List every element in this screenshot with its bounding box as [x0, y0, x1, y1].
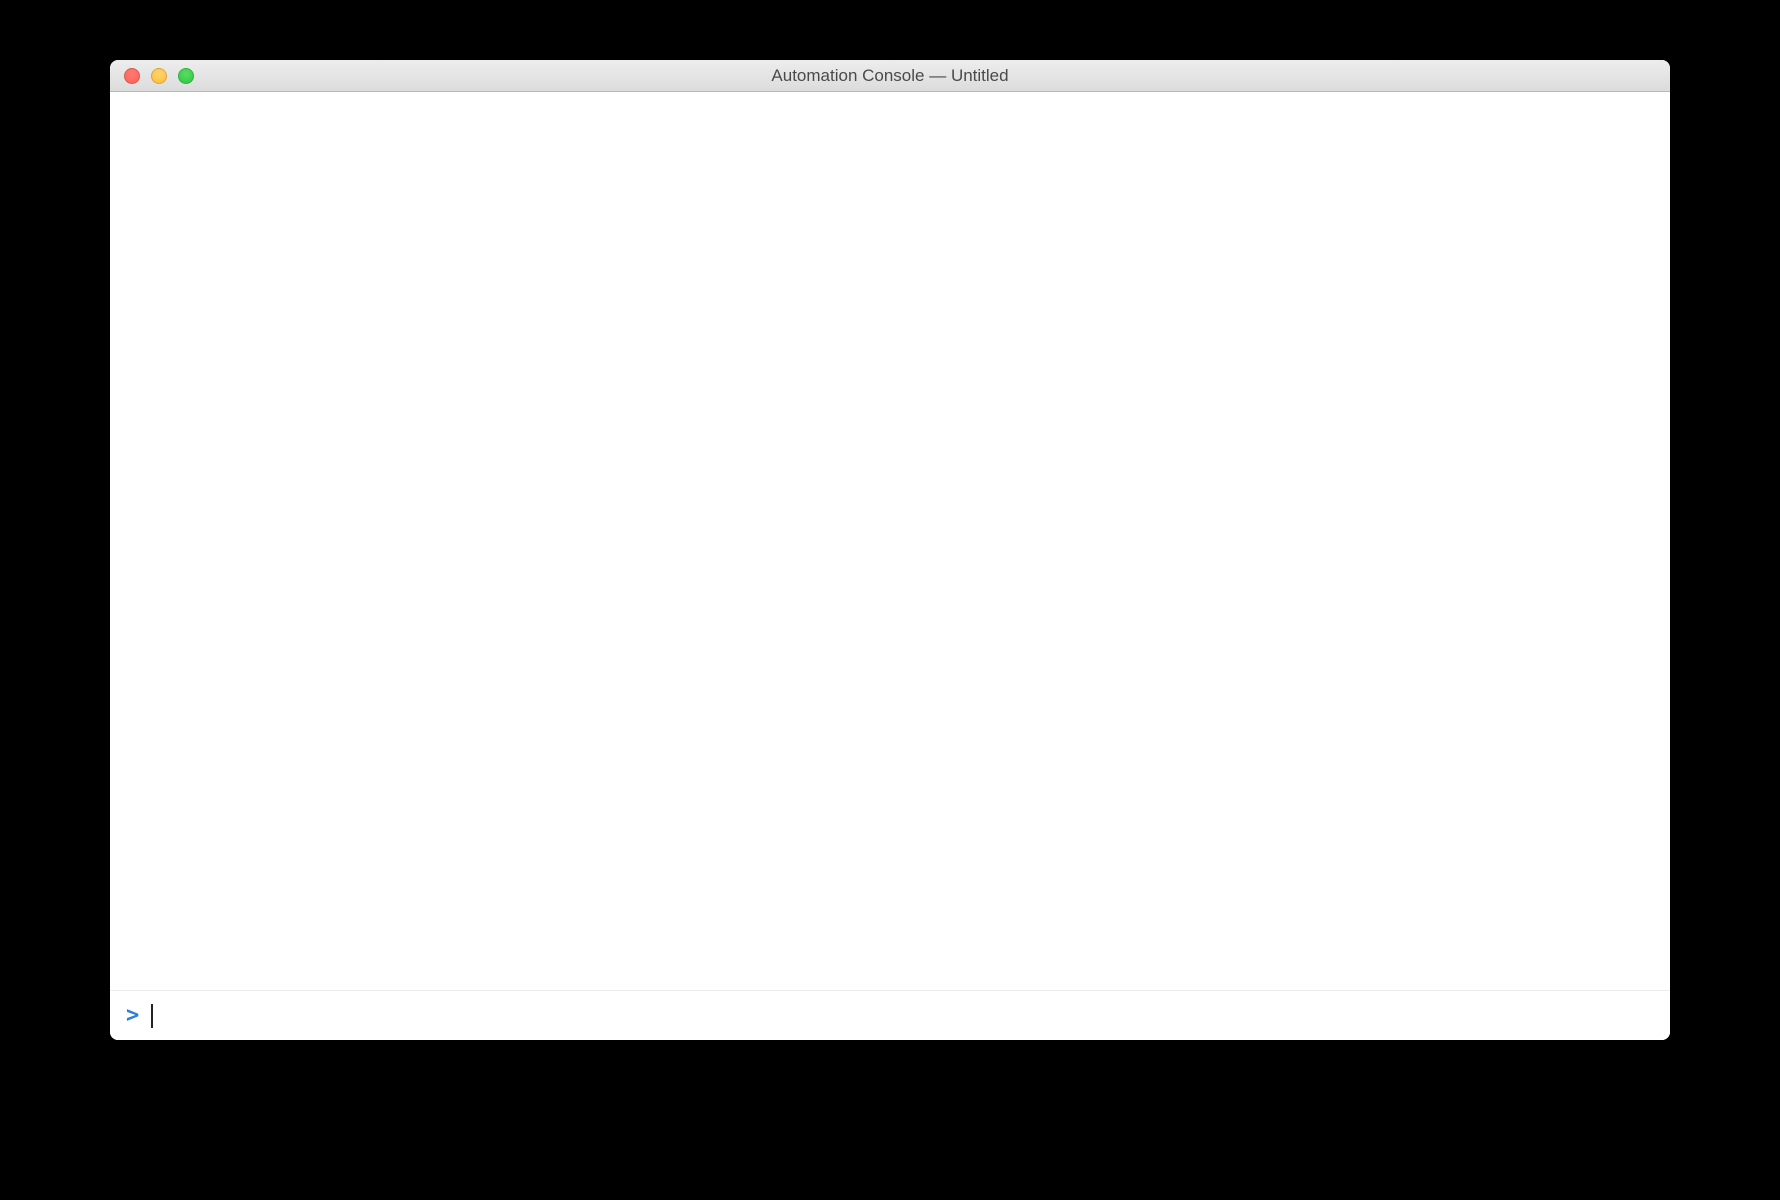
zoom-button[interactable]	[178, 68, 194, 84]
console-input-bar[interactable]: >	[110, 990, 1670, 1040]
window: Automation Console — Untitled >	[110, 60, 1670, 1040]
window-title: Automation Console — Untitled	[110, 66, 1670, 86]
minimize-button[interactable]	[151, 68, 167, 84]
close-button[interactable]	[124, 68, 140, 84]
prompt-icon: >	[126, 1005, 139, 1027]
traffic-lights	[110, 68, 194, 84]
console-output[interactable]	[110, 92, 1670, 990]
titlebar[interactable]: Automation Console — Untitled	[110, 60, 1670, 92]
console-input[interactable]	[153, 1005, 1654, 1026]
